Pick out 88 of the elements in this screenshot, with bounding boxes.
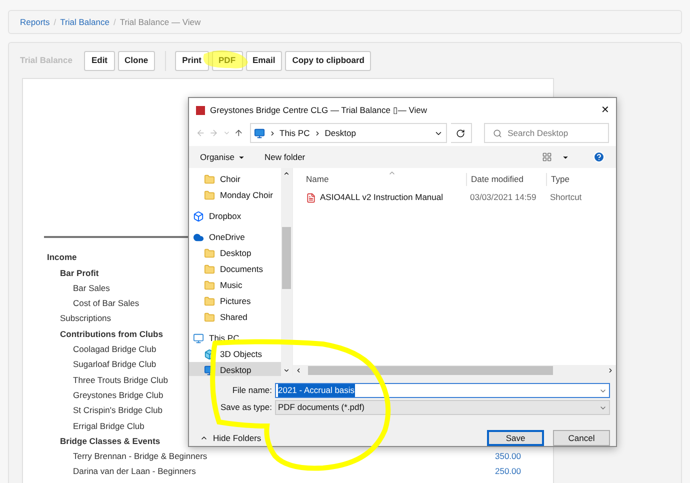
toolbar-button[interactable]: Clone — [118, 50, 156, 70]
file-type-select[interactable]: PDF documents (*.pdf) — [275, 400, 610, 415]
folder-icon — [204, 248, 215, 258]
account-label: Coolagad Bridge Club — [73, 343, 156, 356]
nav-item[interactable]: Monday Choir — [189, 187, 281, 203]
breadcrumb-link[interactable]: Trial Balance — [60, 16, 110, 28]
up-icon[interactable] — [234, 128, 244, 138]
folder-icon — [204, 280, 215, 290]
file-row[interactable]: ASIO4ALL v2 Instruction Manual 03/03/2021 14:59 Shortcut — [293, 189, 616, 206]
account-label: Three Trouts Bridge Club — [73, 374, 168, 386]
horizontal-scrollbar[interactable] — [293, 365, 616, 376]
scroll-down-icon[interactable] — [283, 367, 290, 374]
app-logo-icon — [196, 106, 205, 114]
path-segment[interactable]: Desktop — [324, 126, 356, 140]
account-label: Bar Profit — [60, 266, 99, 280]
address-bar[interactable]: This PC Desktop — [250, 123, 448, 143]
nav-item[interactable]: Pictures — [189, 293, 281, 309]
nav-item[interactable]: Shared — [189, 309, 281, 325]
breadcrumb-link[interactable]: Reports — [20, 16, 50, 28]
cloud-icon — [193, 232, 204, 242]
path-segment[interactable]: This PC — [280, 126, 310, 140]
panel-title: Trial Balance — [20, 54, 72, 67]
account-label: Errigal Bridge Club — [73, 420, 144, 432]
caret-icon — [238, 154, 244, 160]
toolbar-button[interactable]: Copy to clipboard — [285, 50, 372, 70]
column-header[interactable]: Name — [293, 173, 466, 186]
account-label: Sugarloaf Bridge Club — [73, 358, 156, 372]
field-label: File name: — [231, 384, 273, 397]
account-label: Contributions from Clubs — [60, 328, 163, 340]
account-label: Cost of Bar Sales — [73, 297, 140, 310]
help-icon[interactable] — [593, 151, 605, 163]
box-icon — [193, 210, 204, 222]
scroll-thumb[interactable] — [282, 227, 291, 289]
chevron-icon — [200, 434, 208, 442]
window-title: Greystones Bridge Centre CLG — Trial Balance ▯— View — [210, 104, 427, 116]
refresh-button[interactable] — [451, 123, 472, 143]
pdf-icon — [306, 192, 316, 202]
close-button[interactable]: ✕ — [601, 102, 609, 118]
field-label: Save as type: — [219, 401, 273, 414]
scroll-thumb[interactable] — [308, 366, 553, 375]
search-icon — [492, 128, 502, 138]
account-label: Terry Brennan - Bridge & Beginners — [73, 450, 208, 463]
scroll-up-icon[interactable] — [283, 170, 290, 177]
folder-icon — [204, 174, 215, 184]
folder-icon — [204, 190, 215, 200]
dialog-button[interactable]: Save — [487, 430, 544, 446]
account-label: Bridge Classes & Events — [60, 434, 160, 448]
toolbar-button[interactable]: Print — [175, 50, 209, 70]
command-button[interactable]: Organise — [200, 150, 244, 164]
nav-item[interactable]: Documents — [189, 261, 281, 277]
amount: 350.00 — [495, 450, 521, 463]
breadcrumb-separator: / — [113, 16, 116, 28]
scroll-right-icon[interactable] — [607, 367, 614, 374]
search-field[interactable]: Search Desktop — [484, 123, 610, 143]
folder-icon — [204, 296, 215, 306]
monitor-icon — [193, 332, 204, 344]
toolbar-button[interactable]: Edit — [84, 50, 115, 70]
account-label: St Crispin's Bridge Club — [73, 404, 162, 417]
account-label: Bar Sales — [73, 282, 110, 295]
file-name-field[interactable]: 2021 - Accrual basis — [275, 383, 610, 398]
account-label: Income — [47, 251, 77, 264]
column-header[interactable]: Date modified — [466, 173, 546, 186]
view-options-icon[interactable] — [542, 152, 552, 162]
nav-item[interactable]: Desktop — [189, 245, 281, 261]
command-button[interactable]: New folder — [264, 150, 306, 164]
refresh-icon — [456, 128, 466, 138]
account-label: Greystones Bridge Club — [73, 388, 164, 402]
hide-folders-button[interactable]: Hide Folders — [195, 432, 262, 444]
folder-icon — [204, 312, 215, 322]
breadcrumb-separator: / — [54, 16, 56, 28]
account-label: Darina van der Laan - Beginners — [73, 465, 196, 478]
dropdown-icon[interactable] — [562, 154, 569, 160]
amount: 250.00 — [495, 465, 521, 478]
toolbar-button[interactable]: Email — [246, 50, 282, 70]
account-label: Subscriptions — [60, 312, 112, 326]
nav-item[interactable]: Dropbox — [189, 208, 281, 224]
dialog-button[interactable]: Cancel — [553, 430, 610, 446]
folder-icon — [204, 264, 215, 274]
chevron-icon — [268, 130, 276, 136]
chevron-icon — [314, 130, 321, 136]
column-header[interactable]: Type — [546, 173, 570, 186]
nav-item[interactable]: 3D Objects — [189, 346, 281, 362]
scroll-left-icon[interactable] — [295, 367, 302, 374]
nav-item[interactable]: OneDrive — [189, 229, 281, 245]
sort-icon — [388, 169, 396, 177]
nav-item[interactable]: Music — [189, 277, 281, 293]
desktop-icon — [254, 128, 264, 138]
nav-item[interactable]: Choir — [189, 171, 281, 187]
